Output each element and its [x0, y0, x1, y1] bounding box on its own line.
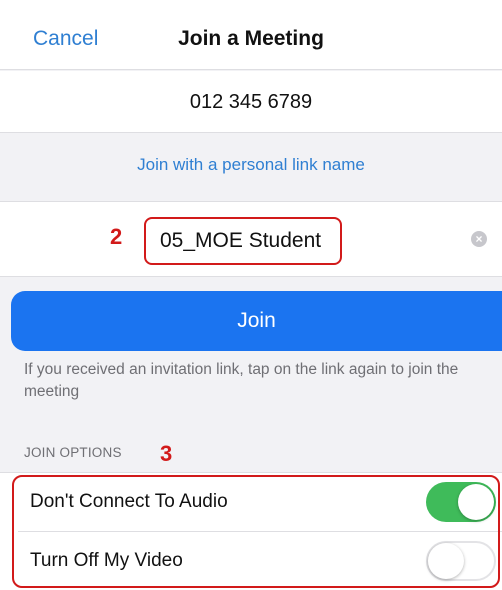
- clear-icon[interactable]: ×: [471, 231, 487, 247]
- meeting-id-row[interactable]: 012 345 6789: [0, 71, 502, 133]
- join-button[interactable]: Join: [11, 291, 502, 351]
- meeting-id-field[interactable]: 012 345 6789: [0, 91, 502, 114]
- name-row: 2 05_MOE Student ×: [0, 201, 502, 277]
- annotation-step-3: 3: [160, 441, 173, 466]
- audio-toggle[interactable]: [426, 482, 496, 522]
- join-options-heading: JOIN OPTIONS: [24, 445, 122, 460]
- option-row-video: Turn Off My Video: [0, 532, 502, 590]
- option-label-video: Turn Off My Video: [30, 550, 183, 571]
- header-bar: Cancel Join a Meeting: [0, 0, 502, 70]
- personal-link-button[interactable]: Join with a personal link name: [0, 155, 502, 175]
- option-row-audio: Don't Connect To Audio: [0, 473, 502, 532]
- toggle-knob: [428, 543, 464, 579]
- annotation-step-2: 2: [110, 224, 123, 249]
- join-options-list: Don't Connect To Audio Turn Off My Video: [0, 472, 502, 590]
- option-label-audio: Don't Connect To Audio: [30, 491, 228, 512]
- invitation-info-text: If you received an invitation link, tap …: [24, 361, 459, 400]
- cancel-button[interactable]: Cancel: [33, 27, 98, 51]
- video-toggle[interactable]: [426, 541, 496, 581]
- personal-link-row: Join with a personal link name: [0, 133, 502, 201]
- display-name-input[interactable]: 05_MOE Student: [160, 229, 321, 253]
- join-meeting-screen: Cancel Join a Meeting 012 345 6789 Join …: [0, 0, 502, 590]
- toggle-knob: [458, 484, 494, 520]
